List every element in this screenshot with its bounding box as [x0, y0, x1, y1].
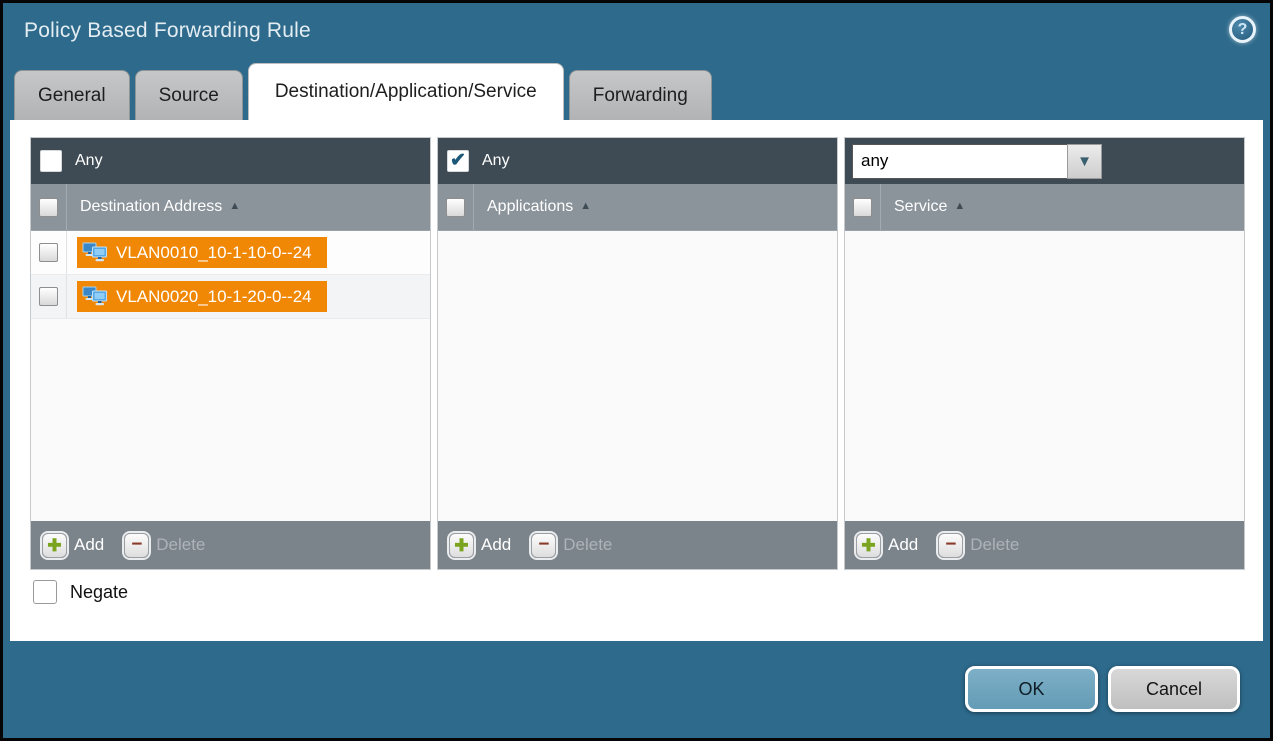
applications-panel: ✔ Any Applications ▲ ✚ Add − Delete — [437, 137, 838, 570]
add-button[interactable]: Add — [888, 535, 918, 555]
delete-button: Delete — [156, 535, 205, 555]
network-icon — [82, 242, 108, 263]
tab-general[interactable]: General — [14, 70, 130, 120]
address-entry[interactable]: VLAN0010_10-1-10-0--24 — [77, 237, 327, 268]
applications-selectall-checkbox[interactable] — [446, 198, 465, 217]
applications-header: Applications ▲ — [438, 184, 837, 231]
ok-button[interactable]: OK — [965, 666, 1098, 712]
destination-selectall-checkbox[interactable] — [39, 198, 58, 217]
applications-list — [438, 231, 837, 521]
row-checkbox[interactable] — [39, 287, 58, 306]
table-row: VLAN0010_10-1-10-0--24 — [31, 231, 430, 275]
address-entry[interactable]: VLAN0020_10-1-20-0--24 — [77, 281, 327, 312]
network-icon — [82, 286, 108, 307]
service-header: Service ▲ — [845, 184, 1244, 231]
table-row: VLAN0020_10-1-20-0--24 — [31, 275, 430, 319]
add-icon[interactable]: ✚ — [449, 533, 474, 558]
tab-bar: General Source Destination/Application/S… — [14, 63, 712, 120]
negate-label: Negate — [70, 582, 128, 603]
dialog-title: Policy Based Forwarding Rule — [24, 19, 311, 43]
applications-any-checkbox[interactable]: ✔ — [447, 150, 469, 172]
delete-button: Delete — [970, 535, 1019, 555]
destination-any-checkbox[interactable] — [40, 150, 62, 172]
applications-column-label[interactable]: Applications — [487, 198, 573, 216]
destination-address-header: Destination Address ▲ — [31, 184, 430, 231]
tab-content-panel: Any Destination Address ▲ — [10, 120, 1263, 641]
sort-asc-icon: ▲ — [954, 200, 965, 212]
service-column-label[interactable]: Service — [894, 198, 947, 216]
delete-icon[interactable]: − — [531, 533, 556, 558]
add-icon[interactable]: ✚ — [42, 533, 67, 558]
destination-any-bar: Any — [31, 138, 430, 184]
tab-destination-application-service[interactable]: Destination/Application/Service — [248, 63, 564, 120]
destination-address-list: VLAN0010_10-1-10-0--24 — [31, 231, 430, 521]
row-checkbox[interactable] — [39, 243, 58, 262]
add-button[interactable]: Add — [74, 535, 104, 555]
selector-columns: Any Destination Address ▲ — [30, 137, 1245, 570]
applications-toolbar: ✚ Add − Delete — [438, 521, 837, 569]
delete-icon[interactable]: − — [938, 533, 963, 558]
tab-forwarding[interactable]: Forwarding — [569, 70, 712, 120]
add-button[interactable]: Add — [481, 535, 511, 555]
service-selectall-checkbox[interactable] — [853, 198, 872, 217]
delete-button: Delete — [563, 535, 612, 555]
destination-toolbar: ✚ Add − Delete — [31, 521, 430, 569]
check-icon: ✔ — [450, 151, 466, 170]
delete-icon[interactable]: − — [124, 533, 149, 558]
destination-address-panel: Any Destination Address ▲ — [30, 137, 431, 570]
service-dropdown-input[interactable] — [852, 144, 1067, 179]
cancel-button[interactable]: Cancel — [1108, 666, 1240, 712]
address-entry-label: VLAN0020_10-1-20-0--24 — [116, 287, 312, 307]
service-panel: ▼ Service ▲ ✚ Add − Delete — [844, 137, 1245, 570]
add-icon[interactable]: ✚ — [856, 533, 881, 558]
tab-source[interactable]: Source — [135, 70, 243, 120]
negate-checkbox[interactable] — [33, 580, 57, 604]
pbf-rule-dialog: Policy Based Forwarding Rule ? General S… — [0, 0, 1273, 741]
service-dropdown: ▼ — [852, 144, 1102, 179]
sort-asc-icon: ▲ — [229, 200, 240, 212]
applications-any-label: Any — [482, 152, 510, 170]
negate-option: Negate — [33, 580, 128, 604]
chevron-down-icon[interactable]: ▼ — [1067, 144, 1102, 179]
service-any-bar: ▼ — [845, 138, 1244, 184]
service-toolbar: ✚ Add − Delete — [845, 521, 1244, 569]
service-list — [845, 231, 1244, 521]
applications-any-bar: ✔ Any — [438, 138, 837, 184]
destination-address-column-label[interactable]: Destination Address — [80, 198, 222, 216]
help-icon[interactable]: ? — [1229, 16, 1256, 43]
address-entry-label: VLAN0010_10-1-10-0--24 — [116, 243, 312, 263]
destination-any-label: Any — [75, 152, 103, 170]
sort-asc-icon: ▲ — [580, 200, 591, 212]
